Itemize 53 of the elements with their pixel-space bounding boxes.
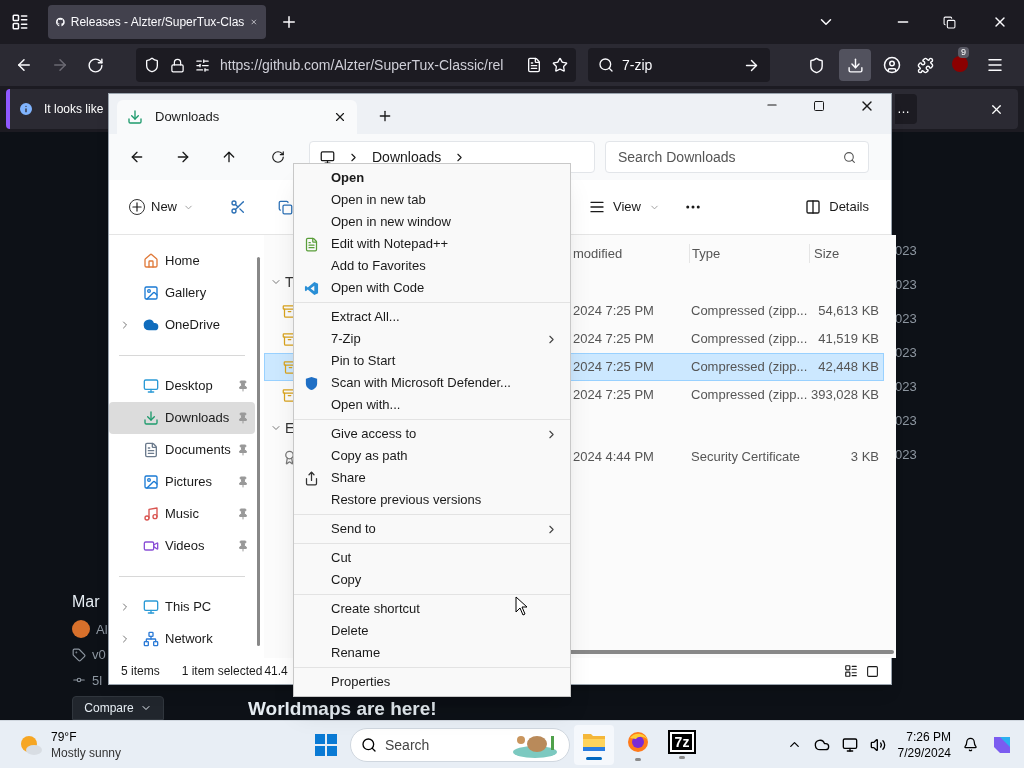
- sidebar-label: Pictures: [165, 473, 212, 492]
- table-cell-text: Security Certificate: [690, 448, 802, 467]
- sidebar-label: Music: [165, 505, 199, 524]
- weather-text: Mostly sunny: [51, 744, 122, 761]
- table-cell-text: 3 KB: [849, 448, 880, 467]
- group-header: T: [285, 272, 294, 292]
- table-cell-text: 2024 7:25 PM: [572, 330, 655, 349]
- status-text: 1 item selected: [181, 663, 263, 680]
- asset-date: 023: [894, 446, 917, 465]
- group-header: E: [285, 418, 295, 438]
- url-text: https://github.com/Alzter/SuperTux-Classic/rel: [220, 55, 504, 75]
- badge: 9: [958, 47, 969, 58]
- sidebar-label: Network: [165, 630, 213, 649]
- asset-date: 023: [894, 276, 917, 295]
- asset-date: 023: [894, 344, 917, 363]
- table-cell-text: 54,613 KB: [817, 302, 880, 321]
- tag-name: v0: [92, 646, 106, 664]
- sidebar-label: Documents: [165, 441, 231, 460]
- table-cell-text: Compressed (zipp...: [690, 358, 809, 377]
- status-text: 5 items: [121, 663, 160, 680]
- table-cell-text: 2024 7:25 PM: [572, 386, 655, 405]
- table-cell-text: 393,028 KB: [810, 386, 880, 405]
- table-cell-text: 42,448 KB: [817, 358, 880, 377]
- release-date: Mar: [72, 591, 100, 612]
- table-cell-text: 2024 7:25 PM: [572, 302, 655, 321]
- tab-title: Releases - Alzter/SuperTux-Clas: [70, 14, 245, 31]
- sidebar-label: Videos: [165, 537, 205, 556]
- table-cell-text: Compressed (zipp...: [690, 330, 809, 349]
- sidebar-label: This PC: [165, 598, 212, 617]
- sidebar-label: Home: [165, 252, 200, 271]
- notification-text: It looks like: [44, 101, 104, 118]
- table-cell-text: Compressed (zipp...: [690, 386, 809, 405]
- table-cell-text: Compressed (zipp...: [690, 302, 809, 321]
- asset-date: 023: [894, 242, 917, 261]
- table-cell-text: 2024 7:25 PM: [572, 358, 655, 377]
- sidebar-label: OneDrive: [165, 316, 220, 335]
- release-heading: Worldmaps are here!: [248, 698, 438, 720]
- asset-date: 023: [894, 310, 917, 329]
- archive-app-icon: 7z: [669, 731, 695, 752]
- sidebar-label: Downloads: [165, 409, 230, 428]
- table-cell-text: 41,519 KB: [817, 330, 880, 349]
- sidebar-label: Gallery: [165, 284, 207, 303]
- temperature: 79°F: [51, 728, 78, 745]
- status-text: 41.4: [264, 663, 288, 680]
- asset-date: 023: [894, 412, 917, 431]
- commit-hash: 5l: [92, 671, 103, 690]
- sidebar-label: Desktop: [165, 377, 213, 396]
- clock-time: 7:26 PM: [906, 728, 951, 745]
- table-cell-text: 2024 4:44 PM: [572, 448, 655, 467]
- asset-date: 023: [894, 378, 917, 397]
- author-name: Al: [96, 620, 108, 639]
- clock-date: 7/29/2024: [897, 744, 951, 761]
- search-text: 7-zip: [622, 55, 653, 75]
